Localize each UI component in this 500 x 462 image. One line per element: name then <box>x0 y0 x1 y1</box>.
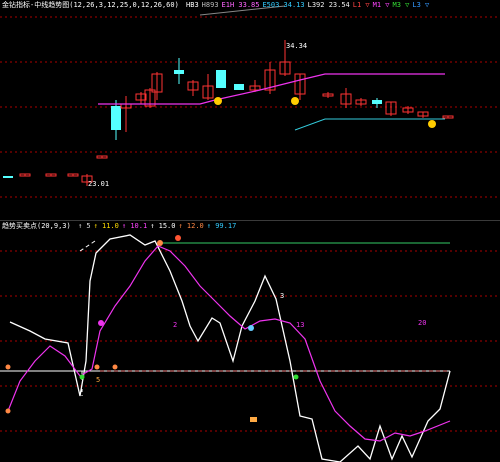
indicator-header-item-2: ↑ 10.1 <box>121 222 148 230</box>
indicator-header-item-4: ↑ 12.0 <box>178 222 204 230</box>
indicator-header-item-3: ↑ 15.0 <box>150 222 176 230</box>
ma-cyan-line <box>294 118 445 131</box>
point-marker <box>98 320 104 326</box>
candle-body <box>372 100 382 104</box>
indicator-label-13: 13 <box>296 321 305 329</box>
main-header-item-1: H893 <box>201 1 219 9</box>
indicator-header-item-0: ↑ 5 <box>77 222 91 230</box>
indicator-label-20: 20 <box>418 319 427 327</box>
signal-marker <box>428 120 436 128</box>
indicator-header-item-5: ↑ 99.17 <box>206 222 237 230</box>
main-header-item-5: L1 ▽ <box>352 1 370 9</box>
candle-body <box>234 84 244 90</box>
candle-body <box>3 176 13 178</box>
point-marker <box>175 235 181 241</box>
main-header-item-7: M3 ▽ <box>392 1 410 9</box>
dashed-segment <box>79 240 96 252</box>
signal-dot <box>5 408 11 414</box>
trend-line-magenta <box>7 245 451 442</box>
main-header-item-8: L3 ▽ <box>412 1 430 9</box>
main-header-item-4: L392 23.54 <box>307 1 350 9</box>
price-chart-panel[interactable]: 金钻指标-中线趋势图(12,26,3,12,25,0,12,26,60) HB3… <box>0 0 500 220</box>
signal-dot <box>94 364 100 370</box>
signal-marker <box>214 97 222 105</box>
signal-dot <box>112 364 118 370</box>
point-marker <box>248 325 254 331</box>
signal-dot <box>5 364 11 370</box>
signal-dot <box>79 374 85 380</box>
indicator-header-item-1: ↑ 11.0 <box>93 222 119 230</box>
indicator-label-5: 5 <box>96 376 101 384</box>
momentum-line <box>9 234 451 462</box>
main-header-item-0: HB3 <box>186 1 199 9</box>
main-header-item-2: E1H 33.85 <box>221 1 260 9</box>
candle-body <box>216 70 226 88</box>
high-price-label: 34.34 <box>286 42 308 50</box>
signal-block <box>250 417 257 422</box>
signal-marker <box>291 97 299 105</box>
indicator-header: 趋势买卖点(20,9,3) ↑ 5 ↑ 11.0 ↑ 10.1 ↑ 15.0 ↑ 12.… <box>2 222 242 231</box>
main-params: 12,26,3,12,25,0,12,26,60) <box>73 1 179 9</box>
indicator-panel[interactable]: 趋势买卖点(20,9,3) ↑ 5 ↑ 11.0 ↑ 10.1 ↑ 15.0 ↑ 12.… <box>0 221 500 462</box>
candle-body <box>111 106 121 130</box>
indicator-chart[interactable] <box>0 221 500 462</box>
main-title: 金钻指标-中线趋势图( <box>2 1 74 9</box>
indicator-title: 趋势买卖点(20,9,3) <box>2 222 71 230</box>
main-header-item-6: M1 ▽ <box>372 1 390 9</box>
signal-dot <box>293 374 299 380</box>
indicator-label-2: 2 <box>173 321 178 329</box>
indicator-label-3: 3 <box>280 292 285 300</box>
point-marker <box>157 240 163 246</box>
main-header: 金钻指标-中线趋势图(12,26,3,12,25,0,12,26,60) HB3… <box>2 1 435 10</box>
candlestick-chart[interactable] <box>0 0 500 220</box>
main-header-item-3: E503 34.13 <box>262 1 305 9</box>
low-price-label: 23.01 <box>88 180 110 188</box>
candle-body <box>174 70 184 74</box>
